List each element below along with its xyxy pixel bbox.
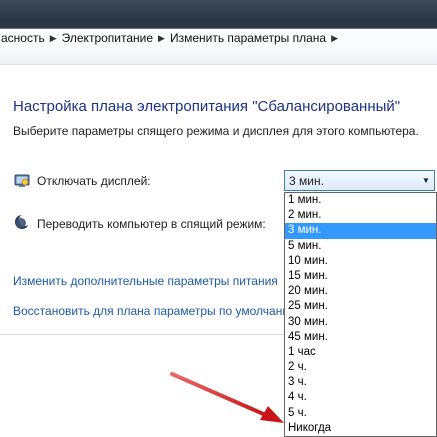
dropdown-option[interactable]: 45 мин.: [285, 330, 436, 345]
page-subtitle: Выберите параметры спящего режима и дисп…: [13, 124, 419, 138]
dropdown-option[interactable]: 2 мин.: [285, 208, 436, 223]
dropdown-option[interactable]: 1 мин.: [285, 193, 436, 208]
chevron-down-icon[interactable]: ▼: [418, 176, 434, 185]
sleep-label: Переводить компьютер в спящий режим:: [37, 217, 266, 231]
display-off-label: Отключать дисплей:: [37, 174, 151, 188]
dropdown-option[interactable]: 15 мин.: [285, 269, 436, 284]
dropdown-option[interactable]: 20 мин.: [285, 284, 436, 299]
dropdown-option[interactable]: 30 мин.: [285, 315, 436, 330]
dropdown-option[interactable]: 2 ч.: [285, 360, 436, 375]
divider: [0, 334, 284, 335]
dropdown-option[interactable]: 3 мин.: [285, 223, 436, 239]
display-off-dropdown-list[interactable]: 1 мин. 2 мин. 3 мин. 5 мин. 10 мин. 15 мин. 20…: [284, 192, 437, 437]
dropdown-option[interactable]: 5 мин.: [285, 239, 436, 254]
breadcrumb-item-security[interactable]: асность: [0, 31, 48, 45]
advanced-settings-link[interactable]: Изменить дополнительные параметры питани…: [13, 274, 278, 288]
restore-defaults-link[interactable]: Восстановить для плана параметры по умол…: [13, 304, 298, 318]
breadcrumb-item-power[interactable]: Электропитание: [59, 31, 156, 45]
breadcrumb: асность ▶ Электропитание ▶ Изменить пара…: [0, 28, 437, 47]
chevron-right-icon[interactable]: ▶: [329, 33, 340, 44]
monitor-icon: [14, 173, 30, 189]
page-title: Настройка плана электропитания "Сбаланси…: [13, 98, 401, 115]
window-header: асность ▶ Электропитание ▶ Изменить пара…: [0, 0, 437, 47]
display-off-value: 3 мин.: [289, 173, 324, 188]
dropdown-option[interactable]: 3 ч.: [285, 375, 436, 390]
dropdown-option[interactable]: 10 мин.: [285, 254, 436, 269]
chevron-right-icon[interactable]: ▶: [156, 33, 167, 44]
toolbar-strip: [0, 46, 437, 65]
moon-icon: [14, 214, 31, 230]
chevron-right-icon[interactable]: ▶: [48, 33, 59, 44]
dropdown-option[interactable]: 4 ч.: [285, 390, 436, 405]
breadcrumb-item-edit-plan[interactable]: Изменить параметры плана: [167, 31, 329, 45]
dropdown-option[interactable]: 5 ч.: [285, 406, 436, 421]
dropdown-option[interactable]: Никогда: [285, 421, 436, 436]
display-off-select[interactable]: 3 мин. ▼: [284, 170, 435, 191]
dropdown-option[interactable]: 1 час: [285, 345, 436, 360]
dropdown-option[interactable]: 25 мин.: [285, 299, 436, 314]
